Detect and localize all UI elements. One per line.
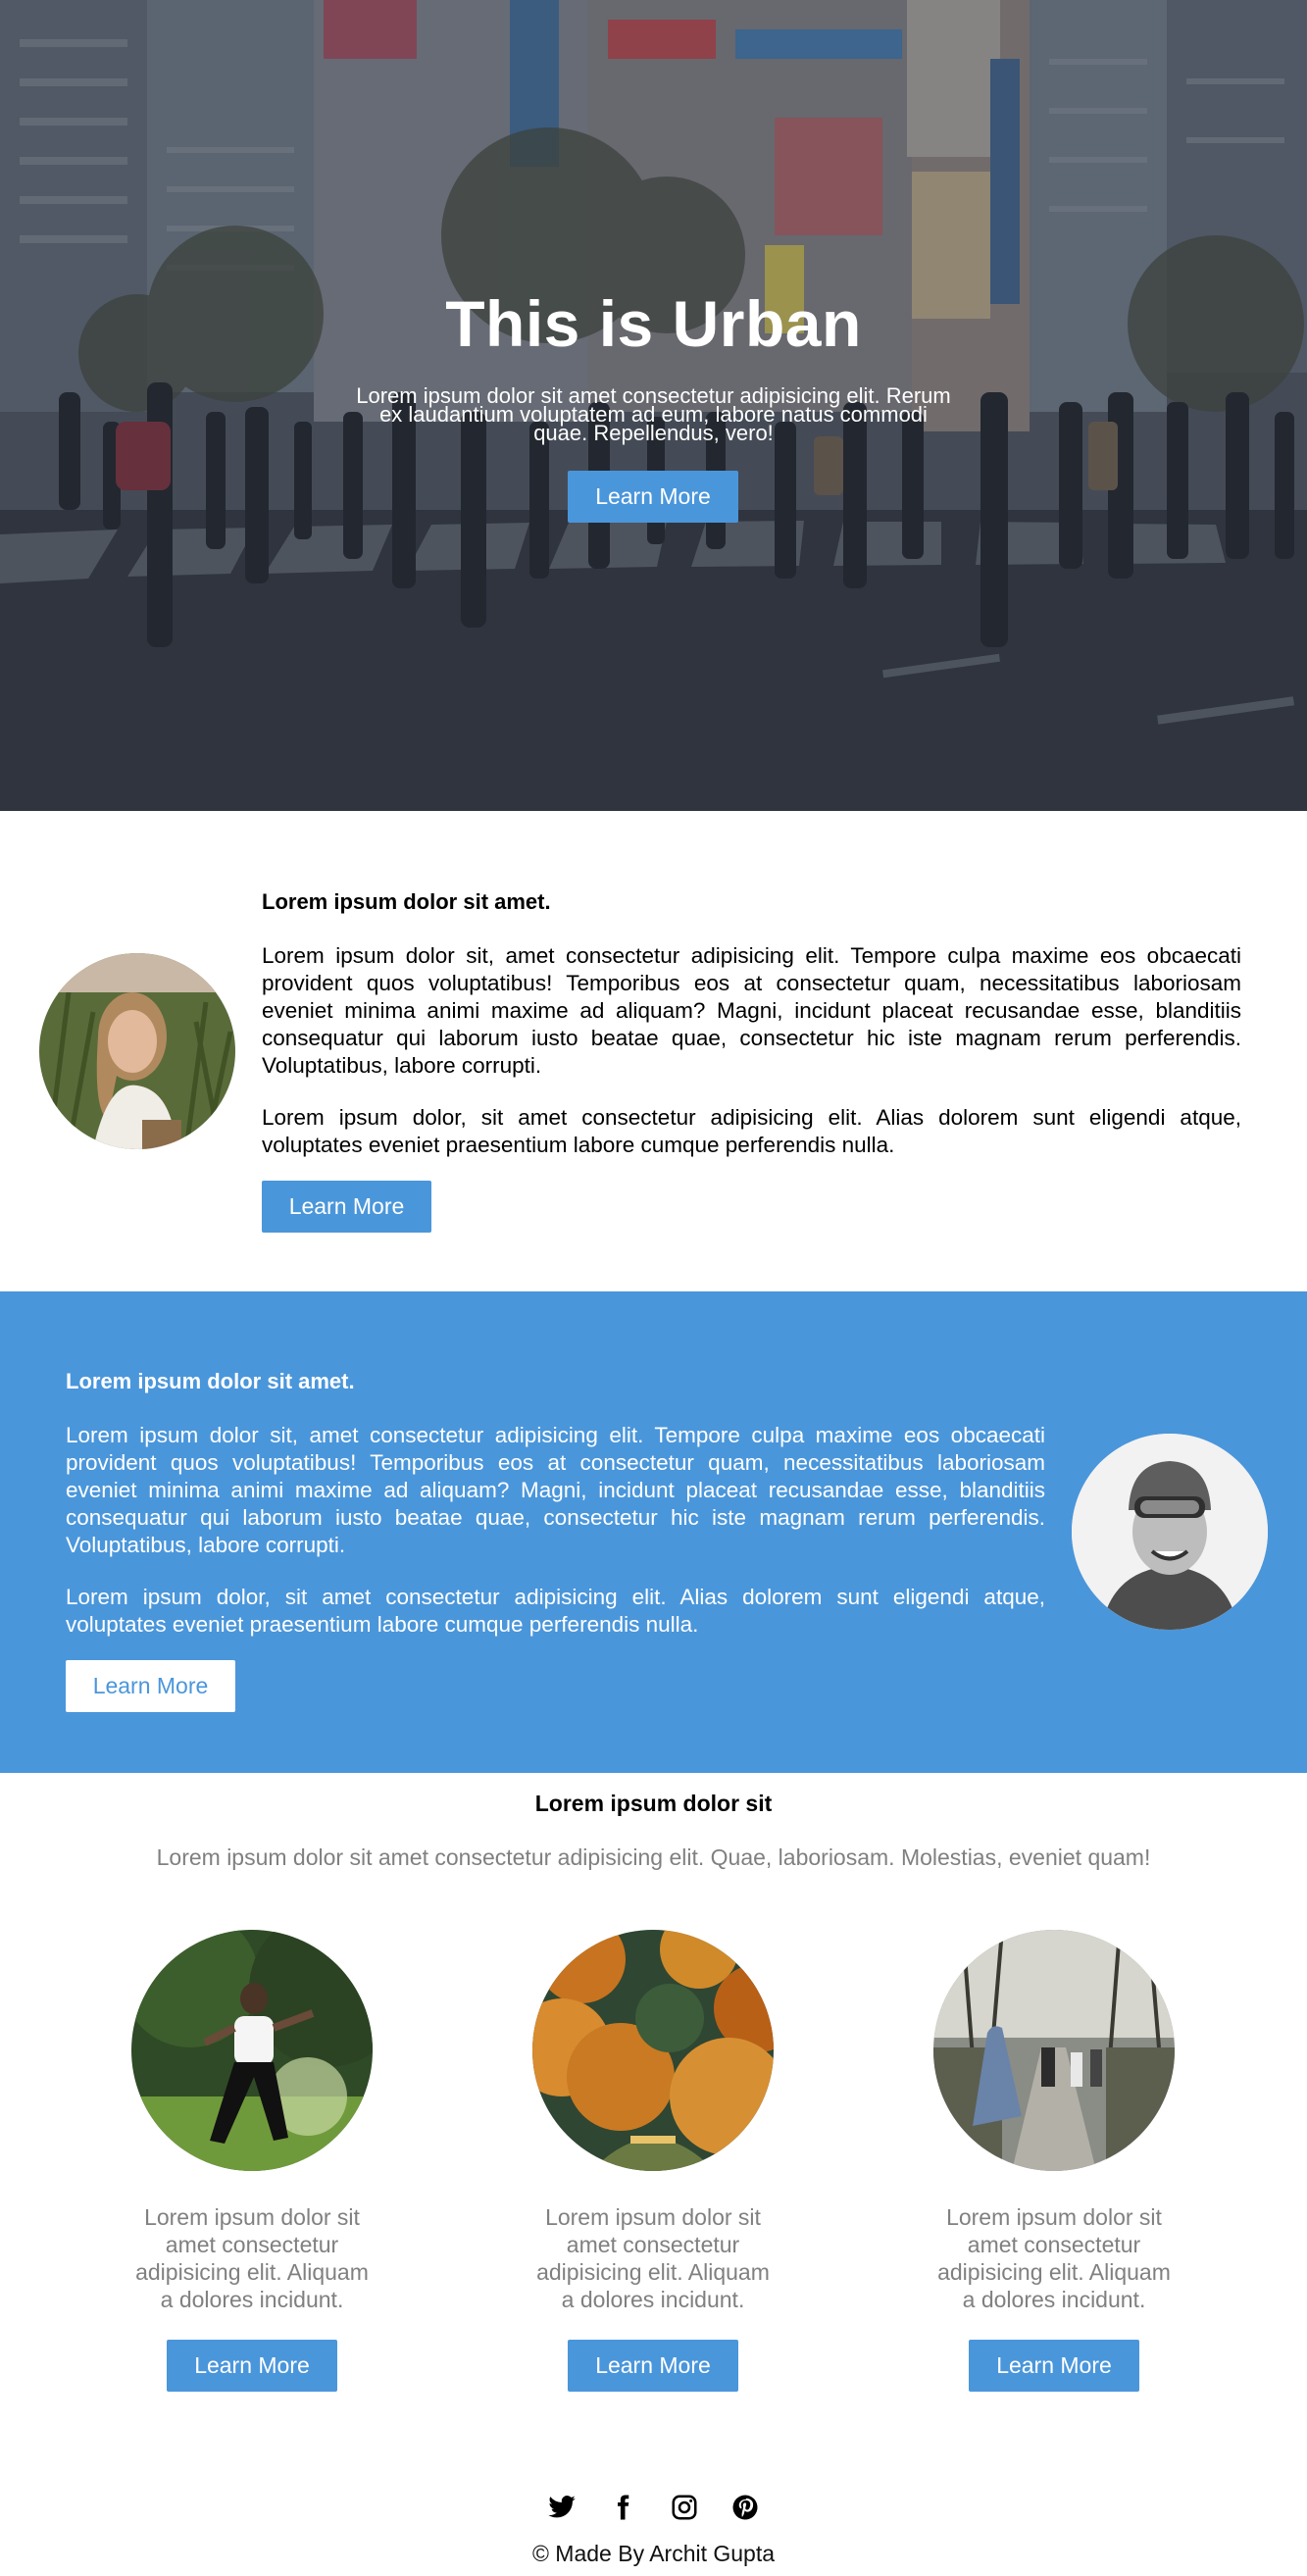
service-card-1-text: Lorem ipsum dolor sit amet consectetur a… [135,2204,369,2312]
feature-heading: Lorem ipsum dolor sit amet. [66,1369,355,1393]
services-section: Lorem ipsum dolor sit Lorem ipsum dolor … [0,1773,1307,2576]
hero-section: This is Urban Lorem ipsum dolor sit amet… [0,0,1307,811]
service-card-3: Lorem ipsum dolor sit amet consectetur a… [907,1930,1201,2392]
woman-avatar [39,953,235,1149]
twitter-icon[interactable] [547,2493,577,2522]
about-section: Lorem ipsum dolor sit amet. Lorem ipsum … [0,811,1307,1291]
facebook-icon[interactable] [608,2493,637,2522]
about-paragraph-1: Lorem ipsum dolor sit, amet consectetur … [262,943,1241,1078]
service-card-1-button[interactable]: Learn More [167,2340,337,2392]
feature-paragraph-1: Lorem ipsum dolor sit, amet consectetur … [66,1423,1045,1557]
instagram-icon[interactable] [670,2493,699,2522]
services-subtitle: Lorem ipsum dolor sit amet consectetur a… [156,1844,1151,1870]
service-card-2-text: Lorem ipsum dolor sit amet consectetur a… [536,2204,770,2312]
about-paragraph-2: Lorem ipsum dolor, sit amet consectetur … [262,1105,1241,1157]
social-links [0,2493,1307,2522]
hero-title: This is Urban [445,287,862,360]
man-avatar [1072,1434,1268,1630]
tai-chi-image [131,1930,373,2171]
feature-learn-more-button[interactable]: Learn More [66,1660,235,1712]
about-content: Lorem ipsum dolor sit amet. Lorem ipsum … [262,889,1241,1233]
hero-text: Lorem ipsum dolor sit amet consectetur a… [356,383,951,445]
about-learn-more-button[interactable]: Learn More [262,1181,431,1233]
service-card-3-text: Lorem ipsum dolor sit amet consectetur a… [937,2204,1171,2312]
autumn-forest-image [532,1930,774,2171]
feature-content: Lorem ipsum dolor sit amet. Lorem ipsum … [66,1369,1045,1712]
feature-section: Lorem ipsum dolor sit amet. Lorem ipsum … [0,1291,1307,1773]
pinterest-icon[interactable] [730,2493,760,2522]
feature-paragraph-2: Lorem ipsum dolor, sit amet consectetur … [66,1585,1045,1637]
service-card-2-button[interactable]: Learn More [568,2340,738,2392]
hero-learn-more-button[interactable]: Learn More [568,471,738,523]
services-title: Lorem ipsum dolor sit [534,1791,773,1816]
service-card-2: Lorem ipsum dolor sit amet consectetur a… [506,1930,800,2392]
service-card-3-button[interactable]: Learn More [969,2340,1139,2392]
park-walkway-image [933,1930,1175,2171]
footer-credit: © Made By Archit Gupta [531,2541,776,2566]
service-card-1: Lorem ipsum dolor sit amet consectetur a… [105,1930,399,2392]
about-heading: Lorem ipsum dolor sit amet. [262,889,551,914]
